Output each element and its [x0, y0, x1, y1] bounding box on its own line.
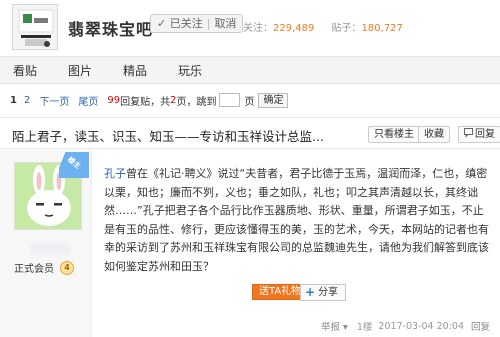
jump-confirm-button[interactable]: 确定	[258, 92, 289, 108]
post-count-label: 贴子：	[331, 23, 362, 34]
follow-separator: |	[206, 17, 211, 30]
post-body-text: 曾在《礼记·聘义》说过“夫昔者，君子比德于玉焉，温润而泽，仁也，缜密以栗，知也；…	[104, 167, 489, 273]
reply-count: 99	[107, 94, 121, 106]
last-page-link[interactable]: 尾页	[78, 93, 98, 108]
pagination: 1 2 下一页 尾页 99 回复贴，共 2 页，跳到 页 确定	[0, 86, 500, 114]
tab-images[interactable]: 图片	[68, 62, 92, 79]
tab-fun[interactable]: 玩乐	[178, 62, 202, 79]
share-button-label: 分享	[318, 287, 339, 298]
author-username[interactable]	[30, 243, 70, 255]
post-floor-1: 楼主 正式会员 4 孔子曾在《礼记·聘义》说过“夫昔者，君子比德于玉焉，温润而泽…	[0, 150, 500, 337]
floor-number: 1楼	[356, 322, 373, 333]
author-link[interactable]: 孔子	[104, 167, 126, 180]
reply-button[interactable]: 回复	[458, 126, 500, 143]
report-label: 举报	[321, 322, 341, 333]
page-2-link[interactable]: 2	[24, 95, 30, 106]
forum-header: 翡翠珠宝吧 ✓ 已关注 | 取消 关注：229,489 贴子：180,727	[0, 0, 500, 56]
next-page-link[interactable]: 下一页	[39, 93, 69, 108]
only-op-button[interactable]: 只看楼主	[368, 126, 420, 143]
tab-posts[interactable]: 看贴	[13, 62, 37, 79]
follow-toggle-button[interactable]: ✓ 已关注 | 取消	[150, 14, 244, 33]
reply-count-label: 回复贴，共	[120, 96, 171, 108]
level-badge-icon[interactable]: 4	[60, 260, 74, 275]
author-rank: 正式会员 4	[14, 260, 74, 275]
follow-count: 229,489	[273, 23, 315, 34]
share-button[interactable]: + 分享	[300, 284, 347, 301]
report-link[interactable]: 举报 ▾	[321, 319, 348, 333]
forum-logo-icon[interactable]	[12, 4, 58, 50]
jump-page-input[interactable]	[219, 93, 241, 107]
jump-label: 页，跳到	[176, 96, 217, 108]
follow-count-label: 关注：	[243, 23, 273, 34]
followed-label: ✓ 已关注	[157, 17, 203, 30]
post-footer: 举报 ▾ 1楼 2017-03-04 20:04 回复	[321, 319, 490, 334]
current-page: 1	[10, 94, 17, 106]
chevron-down-icon: ▾	[340, 322, 348, 333]
forum-stats: 关注：229,489 贴子：180,727	[243, 19, 403, 34]
author-sidebar: 楼主 正式会员 4	[0, 150, 92, 337]
post-reply-link[interactable]: 回复	[471, 319, 490, 333]
post-count: 180,727	[361, 23, 403, 34]
forum-name[interactable]: 翡翠珠宝吧	[68, 16, 153, 40]
favorite-button[interactable]: 收藏	[418, 126, 450, 143]
plus-icon: +	[305, 285, 316, 299]
thread-title-bar: 陌上君子，读玉、识玉、知玉——专访和玉祥设计总监... 只看楼主 收藏 回复	[0, 117, 500, 149]
op-badge: 楼主	[59, 152, 89, 178]
post-content: 孔子曾在《礼记·聘义》说过“夫昔者，君子比德于玉焉，温润而泽，仁也，缜密以栗，知…	[104, 165, 489, 276]
tab-featured[interactable]: 精品	[123, 62, 147, 79]
reply-button-label: 回复	[475, 129, 495, 140]
cancel-follow-link[interactable]: 取消	[214, 15, 236, 32]
post-time: 2017-03-04 20:04	[378, 320, 464, 332]
reply-icon	[464, 127, 473, 142]
page-unit-label: 页	[244, 96, 255, 108]
forum-nav: 看贴 图片 精品 玩乐	[0, 56, 500, 84]
rank-label: 正式会员	[14, 264, 54, 275]
thread-title: 陌上君子，读玉、识玉、知玉——专访和玉祥设计总监...	[12, 129, 324, 144]
